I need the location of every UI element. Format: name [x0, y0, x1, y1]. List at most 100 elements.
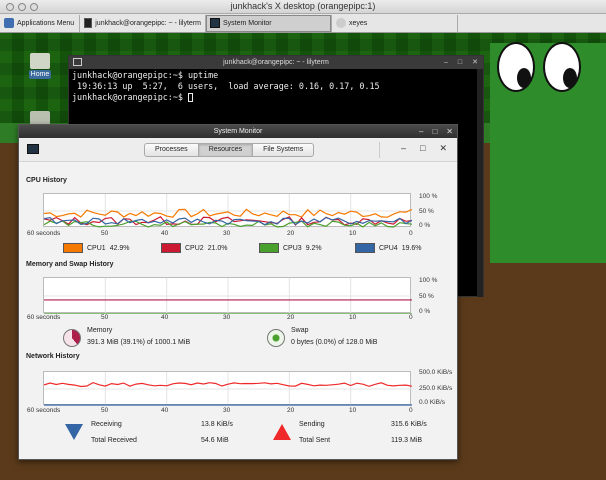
x-axis-label: 30 [223, 230, 231, 237]
maximize-icon[interactable]: □ [420, 143, 425, 154]
x-axis-label: 50 [101, 407, 109, 414]
cpu1-legend: CPU1 42.9% [63, 243, 130, 253]
minimize-icon[interactable]: – [419, 125, 423, 138]
taskbar-item-label: xeyes [349, 19, 368, 27]
total-sent-value: 119.3 MiB [391, 437, 422, 444]
cpu3-color-button[interactable] [259, 243, 279, 253]
xfce-mouse-icon [4, 18, 14, 28]
sending-arrow-icon[interactable] [273, 424, 291, 440]
net-y-label-0: 0.0 KiB/s [419, 399, 446, 406]
terminal-line: 19:36:13 up 5:27, 6 users, load average:… [72, 81, 380, 91]
terminal-title: junkhack@orangepipc: ~ - lilyterm [223, 59, 329, 66]
taskbar-item-label: junkhack@orangepipc: ~ - lilyterm [95, 19, 201, 27]
x-axis-label: 20 [287, 230, 295, 237]
x-axis-label: 40 [161, 407, 169, 414]
x-axis-label: 10 [349, 407, 357, 414]
terminal-scrollbar[interactable] [477, 69, 483, 297]
xeyes-icon [336, 18, 346, 28]
cpu4-label: CPU4 [379, 244, 398, 252]
applications-menu-button[interactable]: Applications Menu [0, 14, 80, 32]
taskbar-item-xeyes[interactable]: xeyes [332, 14, 458, 32]
sending-value: 315.6 KiB/s [391, 421, 427, 428]
receiving-value: 13.8 KiB/s [201, 421, 233, 428]
terminal-output[interactable]: junkhack@orangepipc:~$ uptime 19:36:13 u… [69, 69, 483, 104]
cpu3-legend: CPU3 9.2% [259, 243, 322, 253]
total-received-label: Total Received [91, 437, 137, 444]
receiving-label: Receiving [91, 421, 122, 428]
taskbar-item-terminal[interactable]: junkhack@orangepipc: ~ - lilyterm [80, 14, 206, 32]
memory-usage-pie-icon[interactable] [63, 329, 81, 347]
cpu4-value: 19.6% [401, 244, 422, 252]
cpu2-value: 21.0% [207, 244, 228, 252]
x-axis-label: 0 [409, 407, 413, 414]
x-axis-label: 20 [287, 407, 295, 414]
cpu-y-label-0: 0 % [419, 222, 431, 229]
x-axis-label: 40 [161, 230, 169, 237]
cpu-y-label-100: 100 % [419, 193, 438, 200]
cpu4-color-button[interactable] [355, 243, 375, 253]
xeyes-left-eye[interactable] [497, 42, 535, 92]
x-axis-label: 60 seconds [27, 230, 61, 237]
csd-window-controls: – □ ✕ [401, 143, 447, 154]
system-monitor-titlebar[interactable]: System Monitor – □ ✕ [19, 125, 457, 138]
cpu3-value: 9.2% [305, 244, 322, 252]
x-axis-label: 40 [161, 314, 169, 321]
cpu2-label: CPU2 [185, 244, 204, 252]
cpu-history-graph [43, 193, 412, 228]
swap-value: 0 bytes (0.0%) of 128.0 MiB [291, 339, 378, 346]
x-axis-label: 20 [287, 314, 295, 321]
terminal-window-controls: – □ ✕ [444, 56, 478, 69]
tab-file-systems[interactable]: File Systems [252, 143, 315, 157]
desktop-icon-label: Home [28, 70, 52, 79]
header-separator [379, 142, 380, 158]
folder-icon [30, 53, 50, 69]
cpu1-color-button[interactable] [63, 243, 83, 253]
cpu-history-plot [44, 194, 412, 228]
system-monitor-icon [27, 144, 39, 154]
terminal-icon [84, 18, 93, 28]
mem-y-label-100: 100 % [419, 277, 438, 284]
system-monitor-window[interactable]: System Monitor – □ ✕ Processes Resources… [18, 124, 458, 460]
terminal-titlebar[interactable]: junkhack@orangepipc: ~ - lilyterm – □ ✕ [69, 56, 483, 69]
x-axis-label: 10 [349, 314, 357, 321]
cpu-history-heading: CPU History [26, 177, 67, 184]
close-icon[interactable]: ✕ [472, 56, 478, 69]
cpu1-value: 42.9% [109, 244, 130, 252]
close-icon[interactable]: ✕ [446, 125, 453, 138]
xeyes-right-eye[interactable] [543, 42, 581, 92]
x-axis-label: 0 [409, 314, 413, 321]
receiving-arrow-icon[interactable] [65, 424, 83, 440]
taskbar-item-system-monitor[interactable]: System Monitor [206, 14, 332, 32]
x-axis-label: 50 [101, 230, 109, 237]
system-monitor-header: Processes Resources File Systems – □ ✕ [19, 138, 457, 162]
system-monitor-icon [210, 18, 220, 28]
sending-label: Sending [299, 421, 325, 428]
cpu2-color-button[interactable] [161, 243, 181, 253]
maximize-icon[interactable]: □ [458, 56, 462, 69]
swap-label: Swap [291, 327, 309, 334]
terminal-line: junkhack@orangepipc:~$ uptime [72, 70, 219, 80]
xeyes-right-pupil [563, 68, 577, 88]
tab-processes[interactable]: Processes [144, 143, 199, 157]
desktop-icon-home[interactable]: Home [26, 53, 54, 79]
maximize-icon[interactable]: □ [432, 125, 437, 138]
taskbar: Applications Menu junkhack@orangepipc: ~… [0, 14, 606, 33]
close-icon[interactable]: ✕ [439, 143, 447, 154]
tab-resources[interactable]: Resources [197, 143, 254, 157]
net-y-label-500: 500.0 KiB/s [419, 369, 453, 376]
network-history-graph [43, 371, 412, 406]
minimize-icon[interactable]: – [444, 56, 448, 69]
net-y-label-250: 250.0 KiB/s [419, 385, 453, 392]
taskbar-item-label: System Monitor [223, 19, 272, 27]
swap-usage-pie-icon[interactable] [267, 329, 285, 347]
xeyes-left-pupil [517, 68, 531, 88]
x-axis-label: 50 [101, 314, 109, 321]
x-axis-label: 10 [349, 230, 357, 237]
cpu-y-label-50: 50 % [419, 208, 434, 215]
titlebar-window-controls: – □ ✕ [419, 125, 453, 138]
cpu2-legend: CPU2 21.0% [161, 243, 228, 253]
terminal-cursor [187, 93, 193, 102]
x-axis-label: 30 [223, 407, 231, 414]
minimize-icon[interactable]: – [401, 143, 406, 154]
total-sent-label: Total Sent [299, 437, 331, 444]
